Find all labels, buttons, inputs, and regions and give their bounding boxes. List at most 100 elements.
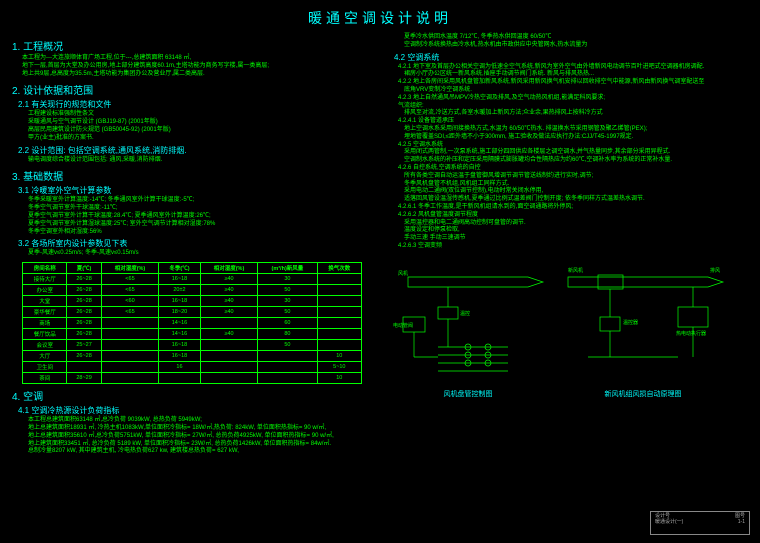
table-row: 大堂26~28<6016~18≥4030 [23, 296, 362, 307]
table-cell: 50 [258, 340, 317, 351]
d1t2: 温控 [460, 310, 470, 317]
s4241: 4.2.4.1 设备管道承压 [398, 118, 748, 126]
table-cell [317, 340, 361, 351]
table-cell [200, 318, 257, 329]
table-row: 卫生间165~10 [23, 362, 362, 373]
d1t1: 风机 [398, 270, 408, 277]
table-row: 商场26~28 14~16 60 [23, 318, 362, 329]
fresh-air-diagram: 新风机 温控器 排风 热电动执行器 新风机组风损自动原理图 [558, 257, 728, 399]
s426d: 适落回风管设温湿传感机,夏季通过比例式温差阀门控制开度; 依冬季同样方式温差热水… [404, 196, 748, 204]
table-cell: 26~28 [67, 307, 101, 318]
table-cell: 接待大厅 [23, 274, 67, 285]
table-header: 相对湿度(%) [200, 263, 257, 274]
s422a: 底角VRV变制冷空调系统. [404, 87, 748, 95]
s23: 输电调度综合楼设计范围包括: 通风,采暖,消防排烟. [28, 157, 372, 165]
table-cell [317, 307, 361, 318]
table-cell: 商场 [23, 318, 67, 329]
s42: 4.2 空调系统 [394, 52, 748, 63]
table-cell [101, 362, 158, 373]
table-cell: 50 [258, 307, 317, 318]
s22: 2.2 设计范围: 包括空调系统,通风系统,消防排烟. [18, 145, 372, 156]
table-header: 房间名称 [23, 263, 67, 274]
table-cell: 26~28 [67, 351, 101, 362]
s4242a: 采用闭式两管制,一次泵系统,施工部分四回供应各楼层之调空调水,并气热量同步,其余… [404, 149, 748, 157]
table-cell: 豪华餐厅 [23, 307, 67, 318]
table-cell: ≥40 [200, 274, 257, 285]
table-cell: 26~28 [67, 285, 101, 296]
s41c: 地上总建筑面积35610 ㎡,总冷负荷5751kW, 单位面积冷指标= 27W/… [28, 433, 372, 441]
table-cell: 50 [258, 285, 317, 296]
table-row: 办公室26~28<6520±2≥4050 [23, 285, 362, 296]
section-4-heading: 4. 空调 [12, 388, 372, 403]
table-cell [101, 318, 158, 329]
s31b: 冬季空气调节室外干球温度:-11℃; [28, 205, 372, 213]
s41e: 总制冷量8207 kW, 其中建筑主机, 冷电热负荷627 kw, 建筑楼总热负… [28, 448, 372, 456]
s4263: 4.2.6.3 空调变频 [398, 243, 748, 251]
table-cell: 16~18 [159, 340, 201, 351]
top2: 空调制冷系统换热由冷水机,热水机由市政供应中央管网水,热水流量为 [404, 42, 748, 50]
s4242b: 空调制水系统的补压和定压采用隔膜式膨胀罐均合性隔热应为约60℃,空调补水率为系统… [404, 157, 748, 165]
table-cell [317, 296, 361, 307]
table-cell: 28~29 [67, 373, 101, 384]
table-cell: 10 [317, 373, 361, 384]
table-row: 会议室25~2716~1850 [23, 340, 362, 351]
s31e: 冬季空调室外相对湿度:56% [28, 229, 372, 237]
s32a: 夏季-风速v≤0.25m/s; 冬季-风速v≤0.15m/s [28, 250, 372, 258]
table-cell: 80 [258, 329, 317, 340]
d1t3: 电动管阀 [393, 322, 413, 329]
table-cell: 26~28 [67, 296, 101, 307]
table-cell: 办公室 [23, 285, 67, 296]
table-cell: 18~20 [159, 307, 201, 318]
table-cell [317, 274, 361, 285]
table-cell [101, 373, 158, 384]
table-cell: <65 [101, 285, 158, 296]
s1-line1: 本工程为---大连旅顺体育广场工程,位于---,总建筑面积 63148 ㎡, [22, 55, 372, 63]
s21c: 高层民用建筑设计防火规范 (GB50045-92) (2001年版) [28, 127, 372, 135]
table-cell: 26~28 [67, 274, 101, 285]
s426: 4.2.6 自控系统,空调系统的自控 [398, 165, 748, 173]
table-header: 夏(℃) [67, 263, 101, 274]
table-row: 茶间28~29 10 [23, 373, 362, 384]
table-cell [200, 340, 257, 351]
table-cell: <65 [101, 274, 158, 285]
section-1-heading: 1. 工程概况 [12, 38, 372, 53]
s31: 3.1 冷暖室外空气计算参数 [18, 185, 372, 196]
table-cell: 60 [258, 318, 317, 329]
table-header: (m³/h)新风量 [258, 263, 317, 274]
table-cell: 26~28 [67, 318, 101, 329]
d2t2: 温控器 [623, 319, 638, 326]
table-cell: 14~16 [159, 318, 201, 329]
s4262b: 温度设定和停泵检取, [404, 227, 748, 235]
table-cell: ≥40 [200, 296, 257, 307]
table-cell [200, 373, 257, 384]
table-cell: 16 [159, 362, 201, 373]
left-column: 1. 工程概况 本工程为---大连旅顺体育广场工程,位于---,总建筑面积 63… [12, 34, 372, 456]
table-cell [317, 285, 361, 296]
s426c: 采用电动二通阀(双位调节控制),电动时常关闭水停用, [404, 188, 748, 196]
table-cell: 餐厅饮品 [23, 329, 67, 340]
right-column: 夏季冷水供回水温度 7/12℃, 冬季热水供回温度 60/50℃ 空调制冷系统换… [388, 34, 748, 456]
table-header: 换气次数 [317, 263, 361, 274]
s1-line3: 地上共9层,总高度为35.5m,主塔功能为集团办公及营业厅,属二类高层. [22, 71, 372, 79]
s41a: 本工程总建筑面积63148 ㎡,总冷负荷 9039kW, 总热负荷 5949kW… [28, 417, 372, 425]
s4262c: 手动三速 手动三速调节 [404, 235, 748, 243]
table-cell: 大堂 [23, 296, 67, 307]
table-cell [101, 329, 158, 340]
table-cell [101, 351, 158, 362]
top1: 夏季冷水供回水温度 7/12℃, 冬季热水供回温度 60/50℃ [404, 34, 748, 42]
table-cell: 20±2 [159, 285, 201, 296]
s41: 4.1 空调冷热源设计负荷指标 [18, 405, 372, 416]
d2t1: 新风机 [568, 267, 583, 274]
table-cell: ≥40 [200, 329, 257, 340]
table-cell [101, 340, 158, 351]
fan-coil-diagram: 风机 温控 电动管阀 风机盘管控制图 [388, 257, 548, 399]
table-cell [317, 318, 361, 329]
s424a: 排风至对流,冷送方式,各室水暖加上新风方法;众业余,果热排风上按科冷方式 [404, 110, 748, 118]
page-title: 暖通空调设计说明 [12, 8, 748, 28]
table-cell [258, 362, 317, 373]
table-cell: 卫生间 [23, 362, 67, 373]
s4241a: 地上空调水系采用间接换热方式,水温为 60/50℃热水. 排温换水节采用钢管及聚… [404, 126, 748, 134]
s4261: 4.2.6.1 冬季工作温度,是干新风机组请水到的,面空调通路将外停风; [398, 204, 748, 212]
table-cell: ≥40 [200, 285, 257, 296]
table-cell: 茶间 [23, 373, 67, 384]
